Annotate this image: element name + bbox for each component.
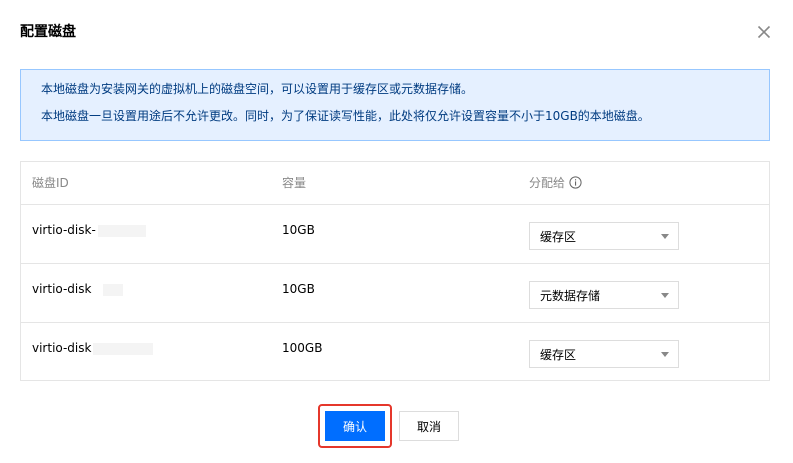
dialog-title: 配置磁盘	[20, 24, 76, 40]
redacted-mask	[93, 342, 154, 355]
capacity-cell: 10GB	[282, 282, 315, 296]
notice-box: 本地磁盘为安装网关的虚拟机上的磁盘空间，可以设置用于缓存区或元数据存储。 本地磁…	[20, 69, 770, 141]
disk-table: 磁盘ID 容量 分配给 virtio-disk- 10GB 缓存区 virtio…	[20, 161, 770, 381]
table-row: virtio-disk 10GB 元数据存储	[21, 264, 769, 323]
table-row: virtio-disk 100GB 缓存区	[21, 323, 769, 382]
assign-select[interactable]: 缓存区	[529, 340, 679, 368]
column-header-capacity: 容量	[282, 176, 307, 190]
cancel-button[interactable]: 取消	[399, 411, 459, 441]
disk-id-cell: virtio-disk	[32, 339, 154, 357]
notice-line-2: 本地磁盘一旦设置用途后不允许更改。同时，为了保证读写性能，此处将仅允许设置容量不…	[41, 109, 650, 123]
assign-select-value: 缓存区	[540, 348, 577, 362]
column-header-disk-id: 磁盘ID	[32, 176, 69, 190]
caret-down-icon	[661, 352, 669, 357]
configure-disk-dialog: 配置磁盘 本地磁盘为安装网关的虚拟机上的磁盘空间，可以设置用于缓存区或元数据存储…	[0, 0, 793, 463]
disk-id: virtio-disk	[32, 282, 92, 296]
redacted-mask	[97, 224, 146, 237]
table-row: virtio-disk- 10GB 缓存区	[21, 205, 769, 264]
redacted-mask	[103, 283, 124, 296]
caret-down-icon	[661, 234, 669, 239]
capacity-cell: 10GB	[282, 223, 315, 237]
assign-select-value: 元数据存储	[540, 289, 601, 303]
assign-select-value: 缓存区	[540, 230, 577, 244]
disk-id-cell: virtio-disk-	[32, 221, 146, 239]
disk-id: virtio-disk	[32, 341, 92, 355]
column-header-assign-label: 分配给	[529, 176, 566, 190]
confirm-button[interactable]: 确认	[325, 411, 385, 441]
caret-down-icon	[661, 293, 669, 298]
column-header-assign: 分配给	[529, 174, 582, 194]
notice-line-1: 本地磁盘为安装网关的虚拟机上的磁盘空间，可以设置用于缓存区或元数据存储。	[41, 82, 474, 96]
disk-id: virtio-disk-	[32, 223, 96, 237]
table-header: 磁盘ID 容量 分配给	[21, 162, 769, 205]
close-icon	[757, 25, 771, 39]
assign-select[interactable]: 元数据存储	[529, 281, 679, 309]
disk-id-cell: virtio-disk	[32, 280, 124, 298]
close-button[interactable]	[754, 22, 774, 42]
info-icon[interactable]	[569, 176, 582, 194]
capacity-cell: 100GB	[282, 341, 323, 355]
assign-select[interactable]: 缓存区	[529, 222, 679, 250]
